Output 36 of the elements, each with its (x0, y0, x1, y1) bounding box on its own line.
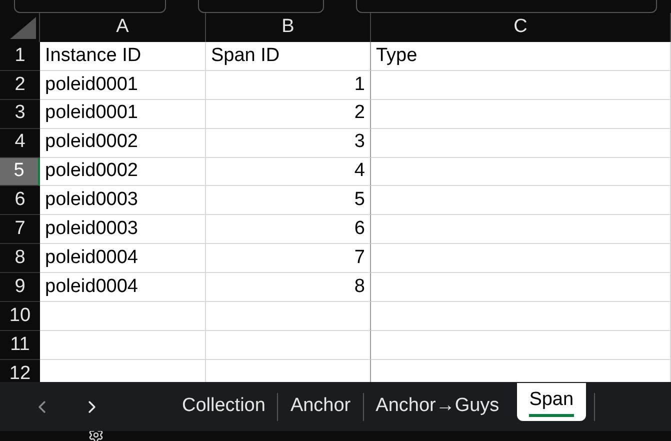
table-cell: poleid0004 (40, 244, 206, 274)
table-cell: 6 (206, 215, 371, 244)
sheet-tab[interactable]: Anchor→Guys (364, 388, 512, 426)
table-cell: Type (371, 42, 671, 71)
table-cell: 2 (206, 100, 371, 129)
table-cell: poleid0002 (40, 128, 206, 158)
row-header[interactable]: 3 (0, 100, 40, 129)
row-header[interactable]: 10 (0, 302, 40, 331)
row-header[interactable]: 6 (0, 186, 40, 216)
table-cell: Instance ID (40, 42, 206, 71)
row-header[interactable]: 7 (0, 215, 40, 244)
table-cell: 7 (206, 244, 371, 274)
table-cell: poleid0002 (40, 158, 206, 186)
sheet-tab[interactable]: Span (517, 382, 586, 420)
table-cell: 5 (206, 186, 371, 216)
table-cell: Span ID (206, 42, 371, 71)
table-cell: 1 (206, 70, 371, 100)
table-cell: 4 (206, 158, 371, 186)
row-header[interactable]: 12 (0, 360, 40, 382)
row-header[interactable]: 9 (0, 273, 40, 302)
table-cell: 8 (206, 273, 371, 302)
sheet-tab[interactable]: Collection (170, 388, 278, 426)
table-cell: 3 (206, 128, 371, 158)
row-header[interactable]: 2 (0, 70, 40, 100)
row-header[interactable]: 8 (0, 244, 40, 274)
table-cell: poleid0003 (40, 215, 206, 244)
table-cell: poleid0004 (40, 273, 206, 302)
sheet-tab[interactable]: Anchor (278, 388, 363, 426)
table-cell: poleid0001 (40, 70, 206, 100)
row-header[interactable]: 4 (0, 128, 40, 158)
table-cell: poleid0003 (40, 186, 206, 216)
select-all-triangle-icon[interactable] (10, 17, 36, 39)
table-cell: poleid0001 (40, 100, 206, 129)
row-header[interactable]: 11 (0, 330, 40, 360)
row-header[interactable]: 5 (0, 158, 40, 186)
row-header[interactable]: 1 (0, 42, 40, 71)
